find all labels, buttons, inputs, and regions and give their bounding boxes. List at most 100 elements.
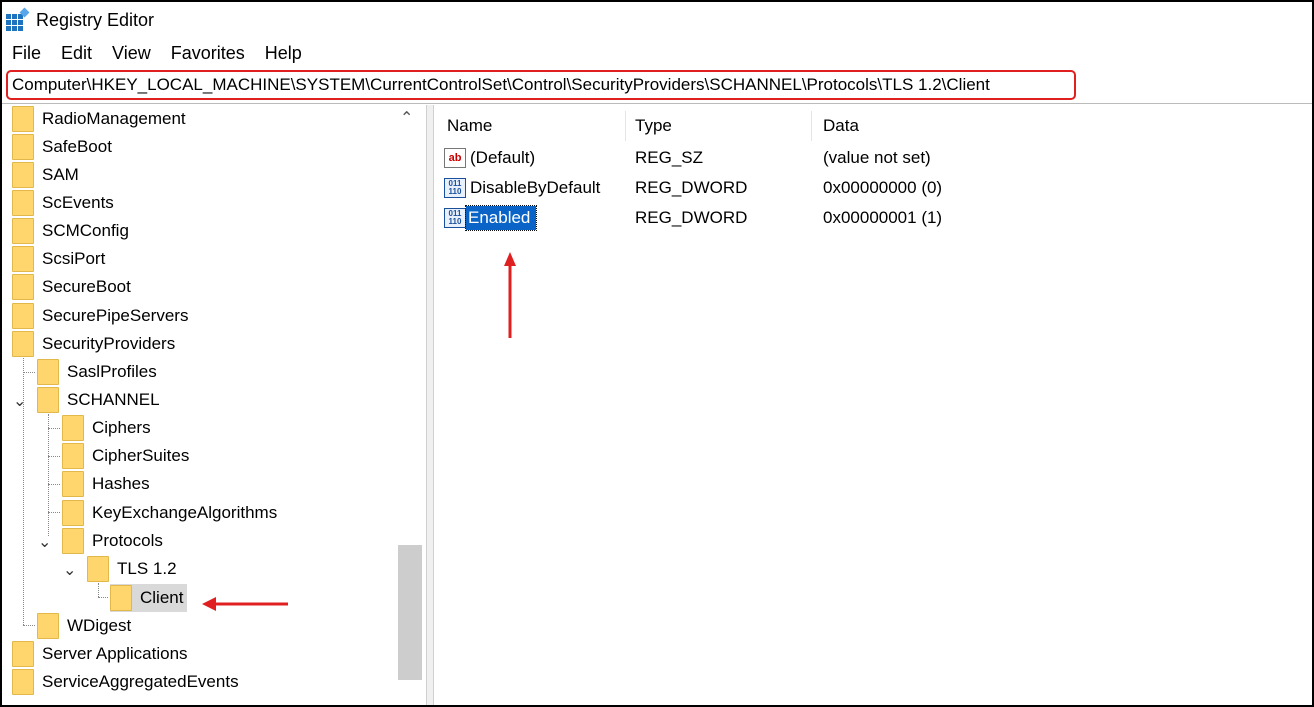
value-name: (Default): [470, 148, 536, 167]
menu-edit[interactable]: Edit: [61, 43, 92, 64]
tree-label: SecurePipeServers: [42, 306, 189, 325]
scroll-up-icon[interactable]: ⌃: [400, 108, 413, 128]
values-list: Name Type Data ab (Default) REG_SZ (valu…: [435, 105, 1312, 705]
tree-label: Ciphers: [92, 418, 151, 437]
tree-item-ciphersuites[interactable]: CipherSuites: [62, 442, 189, 470]
window-title: Registry Editor: [36, 9, 155, 30]
tree-item-keyexchangealgorithms[interactable]: KeyExchangeAlgorithms: [62, 499, 277, 527]
value-name-selected: Enabled: [464, 205, 538, 231]
tree-item-server-applications[interactable]: Server Applications: [12, 640, 188, 668]
tree-scrollbar-thumb[interactable]: [398, 545, 422, 680]
value-row-enabled[interactable]: 011 110 Enabled: [444, 204, 538, 232]
tree-item-securepipeservers[interactable]: SecurePipeServers: [12, 302, 188, 330]
annotation-arrow-up: [504, 252, 516, 338]
tree-connector: [23, 625, 35, 627]
column-header-name[interactable]: Name: [447, 113, 492, 139]
menu-view[interactable]: View: [112, 43, 151, 64]
value-data: 0x00000001 (1): [823, 208, 943, 227]
tree-item-safeboot[interactable]: SafeBoot: [12, 133, 112, 161]
key-tree: RadioManagement SafeBoot SAM ScEvents SC…: [2, 105, 422, 705]
tree-label: Server Applications: [42, 644, 188, 663]
column-header-type[interactable]: Type: [635, 113, 672, 139]
folder-icon: [37, 613, 59, 639]
folder-icon: [37, 359, 59, 385]
tree-label: Protocols: [92, 531, 163, 550]
chevron-down-icon[interactable]: ⌄: [63, 560, 76, 580]
title-bar: Registry Editor: [2, 2, 1312, 38]
tree-label: KeyExchangeAlgorithms: [92, 503, 278, 522]
dword-value-icon: 011 110: [444, 208, 466, 228]
tree-item-hashes[interactable]: Hashes: [62, 470, 150, 498]
value-type: REG_DWORD: [635, 178, 748, 197]
annotation-arrow-left: [202, 597, 288, 611]
tree-connector: [98, 583, 100, 597]
menu-file[interactable]: File: [12, 43, 41, 64]
tree-label: Hashes: [92, 474, 150, 493]
tree-label: CipherSuites: [92, 446, 190, 465]
tree-label: SaslProfiles: [67, 362, 157, 381]
tree-item-tls12[interactable]: TLS 1.2: [87, 555, 177, 583]
tree-label: Client: [140, 588, 184, 607]
folder-icon: [12, 641, 34, 667]
value-row-disablebydefault[interactable]: 011 110 DisableByDefault: [444, 174, 600, 202]
value-type: REG_DWORD: [635, 208, 748, 227]
registry-editor-window: Registry Editor File Edit View Favorites…: [0, 0, 1314, 707]
folder-icon: [12, 134, 34, 160]
folder-icon: [12, 190, 34, 216]
registry-editor-icon: [6, 7, 30, 31]
tree-item-protocols[interactable]: Protocols: [62, 527, 163, 555]
folder-icon: [12, 218, 34, 244]
tree-label: SafeBoot: [42, 137, 112, 156]
chevron-down-icon[interactable]: ⌄: [13, 391, 26, 411]
folder-icon: [12, 162, 34, 188]
tree-label: SecurityProviders: [42, 334, 176, 353]
tree-item-saslprofiles[interactable]: SaslProfiles: [37, 358, 157, 386]
tree-connector: [48, 456, 60, 458]
value-data: (value not set): [823, 148, 931, 167]
tree-item-scevents[interactable]: ScEvents: [12, 189, 114, 217]
chevron-down-icon[interactable]: ⌄: [38, 532, 51, 552]
folder-icon: [12, 106, 34, 132]
folder-icon: [12, 331, 34, 357]
folder-icon: [12, 303, 34, 329]
folder-icon: [110, 585, 132, 611]
tree-item-scsiport[interactable]: ScsiPort: [12, 245, 105, 273]
tree-connector: [48, 512, 60, 514]
folder-icon: [12, 669, 34, 695]
tree-label: RadioManagement: [42, 109, 186, 128]
tree-item-scmconfig[interactable]: SCMConfig: [12, 217, 129, 245]
column-header-data[interactable]: Data: [823, 113, 859, 139]
menu-bar: File Edit View Favorites Help: [2, 40, 312, 66]
tree-item-serviceaggregatedevents[interactable]: ServiceAggregatedEvents: [12, 668, 239, 696]
tree-item-schannel[interactable]: SCHANNEL: [37, 386, 160, 414]
dword-value-icon: 011 110: [444, 178, 466, 198]
column-separator[interactable]: [625, 111, 626, 141]
folder-icon: [62, 443, 84, 469]
tree-item-sam[interactable]: SAM: [12, 161, 79, 189]
tree-item-client[interactable]: Client: [110, 584, 188, 612]
tree-label: TLS 1.2: [117, 559, 177, 578]
menu-favorites[interactable]: Favorites: [171, 43, 245, 64]
address-path: Computer\HKEY_LOCAL_MACHINE\SYSTEM\Curre…: [12, 75, 990, 94]
tree-connector: [23, 372, 35, 374]
tree-label: SAM: [42, 165, 79, 184]
tree-item-ciphers[interactable]: Ciphers: [62, 414, 151, 442]
address-bar[interactable]: Computer\HKEY_LOCAL_MACHINE\SYSTEM\Curre…: [6, 70, 1076, 100]
tree-label: SCMConfig: [42, 221, 129, 240]
tree-item-wdigest[interactable]: WDigest: [37, 612, 131, 640]
tree-connector: [48, 414, 50, 536]
column-separator[interactable]: [811, 111, 812, 141]
value-type: REG_SZ: [635, 148, 704, 167]
divider: [2, 103, 1312, 104]
tree-connector: [48, 428, 60, 430]
tree-label: ScsiPort: [42, 249, 106, 268]
folder-icon: [87, 556, 109, 582]
tree-item-secureboot[interactable]: SecureBoot: [12, 273, 131, 301]
menu-help[interactable]: Help: [265, 43, 302, 64]
folder-icon: [37, 387, 59, 413]
value-row-default[interactable]: ab (Default): [444, 144, 630, 172]
tree-item-radiomanagement[interactable]: RadioManagement: [12, 105, 186, 133]
folder-icon: [12, 246, 34, 272]
pane-splitter[interactable]: [426, 105, 434, 705]
tree-item-securityproviders[interactable]: SecurityProviders: [12, 330, 175, 358]
